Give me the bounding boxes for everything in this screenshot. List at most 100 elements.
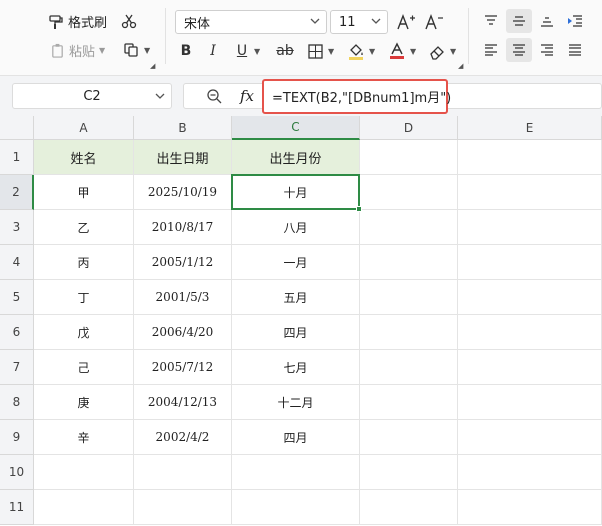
font-size-select[interactable]: 11 (330, 10, 388, 34)
strikethrough-button[interactable]: ab (274, 40, 296, 62)
table-header-cell[interactable]: 姓名 (34, 140, 134, 175)
empty-cell[interactable] (458, 175, 602, 210)
bold-button[interactable]: B (175, 40, 197, 62)
empty-cell[interactable] (232, 490, 360, 525)
empty-cell[interactable] (134, 490, 232, 525)
underline-button[interactable]: U (231, 40, 253, 62)
empty-cell[interactable] (360, 490, 458, 525)
align-right-button[interactable] (534, 38, 560, 62)
empty-cell[interactable] (360, 280, 458, 315)
empty-cell[interactable] (458, 490, 602, 525)
copy-button[interactable] (120, 39, 142, 61)
increase-font-size-button[interactable] (395, 11, 417, 33)
table-cell-a3[interactable]: 乙 (34, 210, 134, 245)
justify-button[interactable] (562, 38, 588, 62)
cut-button[interactable] (118, 10, 140, 32)
row-header-8[interactable]: 8 (0, 385, 34, 420)
empty-cell[interactable] (458, 245, 602, 280)
select-all-corner[interactable] (0, 116, 34, 140)
table-cell-a5[interactable]: 丁 (34, 280, 134, 315)
row-header-2[interactable]: 2 (0, 175, 34, 210)
clear-format-button[interactable] (426, 40, 448, 62)
empty-cell[interactable] (458, 140, 602, 175)
row-header-10[interactable]: 10 (0, 455, 34, 490)
empty-cell[interactable] (360, 350, 458, 385)
row-header-5[interactable]: 5 (0, 280, 34, 315)
table-cell-b6[interactable]: 2006/4/20 (134, 315, 232, 350)
empty-cell[interactable] (458, 455, 602, 490)
row-header-1[interactable]: 1 (0, 140, 34, 175)
table-cell-b5[interactable]: 2001/5/3 (134, 280, 232, 315)
align-middle-button[interactable] (506, 9, 532, 33)
row-header-4[interactable]: 4 (0, 245, 34, 280)
empty-cell[interactable] (458, 350, 602, 385)
table-cell-a2[interactable]: 甲 (34, 175, 134, 210)
paste-button[interactable]: 粘贴 ▼ (50, 41, 105, 60)
row-header-9[interactable]: 9 (0, 420, 34, 455)
empty-cell[interactable] (360, 245, 458, 280)
table-cell-b9[interactable]: 2002/4/2 (134, 420, 232, 455)
zoom-search-icon[interactable] (206, 88, 222, 108)
table-cell-a8[interactable]: 庚 (34, 385, 134, 420)
italic-button[interactable]: I (202, 40, 224, 62)
font-color-button[interactable] (386, 40, 408, 62)
column-header-e[interactable]: E (458, 116, 602, 140)
table-header-cell[interactable]: 出生日期 (134, 140, 232, 175)
clipboard-dialog-launcher-icon[interactable]: ◢ (150, 62, 155, 70)
empty-cell[interactable] (458, 385, 602, 420)
formula-input[interactable]: =TEXT(B2,"[DBnum1]m月") (262, 79, 451, 114)
empty-cell[interactable] (34, 455, 134, 490)
fx-icon[interactable]: fx (240, 87, 254, 105)
empty-cell[interactable] (458, 280, 602, 315)
table-cell-a7[interactable]: 己 (34, 350, 134, 385)
underline-dropdown-icon[interactable]: ▼ (254, 47, 260, 56)
table-cell-c9[interactable]: 四月 (232, 420, 360, 455)
table-cell-c6[interactable]: 四月 (232, 315, 360, 350)
decrease-indent-button[interactable] (562, 9, 588, 33)
empty-cell[interactable] (360, 385, 458, 420)
table-cell-b2[interactable]: 2025/10/19 (134, 175, 232, 210)
borders-button[interactable] (304, 40, 326, 62)
table-cell-b4[interactable]: 2005/1/12 (134, 245, 232, 280)
copy-dropdown-icon[interactable]: ▼ (144, 46, 150, 55)
table-cell-b8[interactable]: 2004/12/13 (134, 385, 232, 420)
table-cell-a6[interactable]: 戊 (34, 315, 134, 350)
fill-color-button[interactable] (345, 40, 367, 62)
align-left-button[interactable] (478, 38, 504, 62)
empty-cell[interactable] (360, 210, 458, 245)
borders-dropdown-icon[interactable]: ▼ (328, 47, 334, 56)
empty-cell[interactable] (232, 455, 360, 490)
empty-cell[interactable] (360, 455, 458, 490)
empty-cell[interactable] (34, 490, 134, 525)
column-header-a[interactable]: A (34, 116, 134, 140)
align-bottom-button[interactable] (534, 9, 560, 33)
row-header-11[interactable]: 11 (0, 490, 34, 525)
font-color-dropdown-icon[interactable]: ▼ (410, 47, 416, 56)
clear-format-dropdown-icon[interactable]: ▼ (450, 47, 456, 56)
font-name-select[interactable]: 宋体 (175, 10, 327, 34)
table-cell-c2[interactable]: 十月 (232, 175, 360, 210)
name-box[interactable]: C2 (12, 83, 172, 109)
empty-cell[interactable] (360, 140, 458, 175)
table-cell-c8[interactable]: 十二月 (232, 385, 360, 420)
align-center-button[interactable] (506, 38, 532, 62)
table-cell-a4[interactable]: 丙 (34, 245, 134, 280)
fill-handle[interactable] (356, 206, 362, 212)
empty-cell[interactable] (458, 315, 602, 350)
fill-color-dropdown-icon[interactable]: ▼ (369, 47, 375, 56)
empty-cell[interactable] (134, 455, 232, 490)
column-header-d[interactable]: D (360, 116, 458, 140)
row-header-7[interactable]: 7 (0, 350, 34, 385)
row-header-3[interactable]: 3 (0, 210, 34, 245)
table-cell-c3[interactable]: 八月 (232, 210, 360, 245)
decrease-font-size-button[interactable] (423, 11, 445, 33)
table-header-cell[interactable]: 出生月份 (232, 140, 360, 175)
empty-cell[interactable] (360, 315, 458, 350)
table-cell-b3[interactable]: 2010/8/17 (134, 210, 232, 245)
empty-cell[interactable] (458, 210, 602, 245)
empty-cell[interactable] (458, 420, 602, 455)
table-cell-c5[interactable]: 五月 (232, 280, 360, 315)
table-cell-a9[interactable]: 辛 (34, 420, 134, 455)
column-header-b[interactable]: B (134, 116, 232, 140)
table-cell-c4[interactable]: 一月 (232, 245, 360, 280)
